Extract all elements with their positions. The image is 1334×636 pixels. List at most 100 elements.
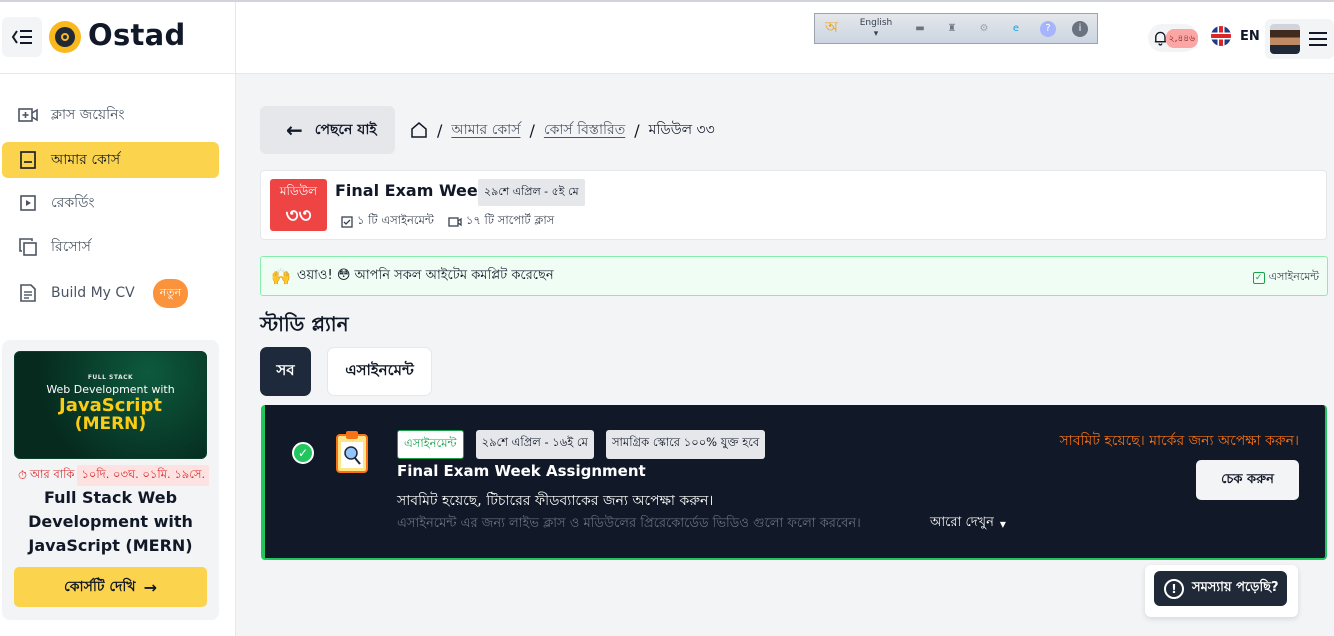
new-badge: নতুন — [152, 278, 189, 308]
assignment-count: ১ টি এসাইনমেন্ট — [341, 212, 434, 231]
help-icon[interactable]: ? — [1040, 20, 1056, 37]
sidebar-item-resources[interactable]: রিসোর্স — [2, 229, 219, 265]
see-more-button[interactable]: আরো দেখুন ▾ — [930, 513, 1006, 534]
see-more-label: আরো দেখুন — [930, 515, 994, 530]
view-course-label: কোর্সটি দেখি — [64, 579, 136, 595]
timer-label: আর বাকি — [29, 467, 75, 481]
video-plus-icon — [448, 216, 462, 227]
assignment-card: ✓ এসাইনমেন্ট ২৯শে এপ্রিল - ১৬ই মে সামগ্র… — [261, 405, 1327, 560]
assignment-warning: সাবমিট হয়েছে। মার্কের জন্য অপেক্ষা করুন… — [1059, 433, 1299, 449]
chevron-down-icon: ▾ — [999, 516, 1006, 531]
user-menu[interactable] — [1265, 19, 1334, 59]
module-badge-number: ৩৩ — [285, 203, 312, 227]
promo-image-line: JavaScript — [59, 395, 162, 416]
module-title: Final Exam Week — [335, 181, 489, 200]
assignment-score-tag: সামগ্রিক স্কোরে ১০০% যুক্ত হবে — [605, 430, 766, 459]
countdown-timer: ⏱ আর বাকি ১০দি. ০৩ঘ. ০১মি. ১৯সে. — [18, 465, 210, 486]
breadcrumb-separator: / — [634, 120, 640, 140]
support-class-count: ১৭ টি সাপোর্ট ক্লাস — [448, 212, 554, 231]
document-icon — [18, 283, 38, 303]
completed-check-icon: ✓ — [292, 442, 314, 464]
uk-flag-icon — [1211, 26, 1231, 46]
alert-icon: ! — [1164, 578, 1184, 599]
sidebar-item-recording[interactable]: রেকর্ডিং — [2, 185, 219, 221]
module-date: ২৯শে এপ্রিল - ৫ই মে — [478, 179, 585, 206]
tab-assignment[interactable]: এসাইনমেন্ট — [327, 347, 432, 396]
completion-banner: 🙌 ওয়াও! 😳 আপনি সকল আইটেম কমপ্লিট করেছেন… — [260, 256, 1328, 296]
help-widget: ! সমস্যায় পড়েছি? — [1145, 565, 1298, 617]
avro-logo-icon[interactable]: অ — [825, 16, 838, 41]
module-meta: ১ টি এসাইনমেন্ট ১৭ টি সাপোর্ট ক্লাস — [341, 212, 568, 231]
clock-icon: ⏱ — [18, 468, 27, 482]
assignment-title: Final Exam Week Assignment — [397, 462, 646, 480]
home-icon[interactable] — [410, 121, 428, 139]
info-icon[interactable]: i — [1072, 20, 1088, 37]
keyboard-icon[interactable]: ▬ — [912, 21, 928, 37]
assignment-icon — [341, 215, 353, 228]
help-button[interactable]: ! সমস্যায় পড়েছি? — [1154, 571, 1287, 606]
arrow-left-icon: ← — [286, 118, 303, 142]
sidebar-item-label: রেকর্ডিং — [51, 195, 95, 211]
sidebar-item-label: Build My CV — [51, 285, 135, 301]
collapse-menu-icon — [11, 30, 32, 44]
sidebar-item-label: রিসোর্স — [51, 239, 91, 255]
avatar — [1270, 24, 1300, 54]
clipboard-search-icon — [336, 431, 368, 473]
module-badge-label: মডিউল — [279, 184, 318, 198]
sidebar-item-label: ক্লাস জয়েনিং — [51, 107, 125, 123]
sidebar-collapse-button[interactable] — [2, 17, 42, 57]
top-border — [0, 0, 1334, 2]
promo-image[interactable]: FULL STACK Web Development with JavaScri… — [14, 351, 207, 459]
breadcrumb-my-courses[interactable]: আমার কোর্স — [451, 118, 520, 142]
study-plan-title: স্টাডি প্ল্যান — [260, 312, 349, 336]
avro-language-label: English — [859, 17, 893, 28]
assignment-type-tag: এসাইনমেন্ট — [397, 430, 464, 459]
play-square-icon — [18, 193, 38, 213]
completion-assignment-status: ✓ এসাইনমেন্ট — [1252, 268, 1319, 287]
completion-message: ওয়াও! 😳 আপনি সকল আইটেম কমপ্লিট করেছেন — [296, 267, 554, 283]
back-button[interactable]: ← পেছনে যাই — [260, 106, 395, 154]
video-plus-icon — [18, 105, 38, 125]
notification-count: ২,৪৪৬ — [1165, 28, 1198, 48]
course-promo-card: FULL STACK Web Development with JavaScri… — [2, 340, 219, 620]
book-icon — [18, 150, 38, 170]
breadcrumb-separator: / — [529, 120, 535, 140]
sidebar-item-build-cv[interactable]: Build My CV নতুন — [2, 275, 219, 311]
web-icon[interactable]: e — [1008, 21, 1024, 37]
assignment-count-label: ১ টি এসাইনমেন্ট — [357, 213, 434, 227]
arrow-right-icon: → — [143, 577, 157, 597]
timer-value: ১০দি. ০৩ঘ. ০১মি. ১৯সে. — [77, 465, 210, 486]
ostad-logo-icon[interactable] — [49, 21, 81, 53]
view-course-button[interactable]: কোর্সটি দেখি → — [14, 567, 207, 607]
settings-icon[interactable]: ⚙ — [976, 21, 992, 37]
help-button-label: সমস্যায় পড়েছি? — [1192, 580, 1279, 595]
mouse-icon[interactable]: ♜ — [944, 21, 960, 37]
module-badge: মডিউল ৩৩ — [270, 179, 327, 231]
checkbox-checked-icon: ✓ — [1252, 271, 1265, 284]
check-button[interactable]: চেক করুন — [1196, 460, 1299, 500]
promo-title: Full Stack Web Development with JavaScri… — [28, 488, 193, 555]
breadcrumb: / আমার কোর্স / কোর্স বিস্তারিত / মডিউল ৩… — [410, 118, 715, 142]
language-switch[interactable]: EN — [1211, 26, 1260, 46]
sidebar-item-my-courses[interactable]: আমার কোর্স — [2, 142, 219, 178]
support-class-count-label: ১৭ টি সাপোর্ট ক্লাস — [465, 213, 555, 227]
tab-all[interactable]: সব — [260, 347, 311, 396]
celebration-icon: 🙌 — [271, 266, 291, 286]
language-label: EN — [1240, 28, 1260, 44]
completion-right-label: এসাইনমেন্ট — [1268, 270, 1319, 283]
avro-language-select[interactable]: English ▾ — [848, 18, 904, 40]
sidebar-item-label: আমার কোর্স — [51, 152, 121, 168]
breadcrumb-separator: / — [437, 120, 443, 140]
breadcrumb-course-details[interactable]: কোর্স বিস্তারিত — [544, 118, 625, 142]
assignment-tags: এসাইনমেন্ট ২৯শে এপ্রিল - ১৬ই মে সামগ্রিক… — [397, 430, 777, 459]
avro-keyboard-toolbar[interactable]: অ English ▾ ▬ ♜ ⚙ e ? i — [814, 13, 1098, 44]
promo-image-line: FULL STACK — [87, 374, 134, 381]
top-header: অ English ▾ ▬ ♜ ⚙ e ? i ২,৪৪৬ EN — [236, 2, 1334, 74]
notification-button[interactable]: ২,৪৪৬ — [1148, 24, 1198, 52]
logo-text[interactable]: Ostad — [88, 18, 186, 52]
sidebar-item-class-joining[interactable]: ক্লাস জয়েনিং — [2, 97, 219, 133]
assignment-description: এসাইনমেন্ট এর জন্য লাইভ ক্লাস ও মডিউলের … — [397, 516, 861, 531]
breadcrumb-current: মডিউল ৩৩ — [648, 122, 715, 138]
module-header-card: মডিউল ৩৩ Final Exam Week ২৯শে এপ্রিল - ৫… — [260, 170, 1327, 240]
back-button-label: পেছনে যাই — [314, 122, 377, 138]
